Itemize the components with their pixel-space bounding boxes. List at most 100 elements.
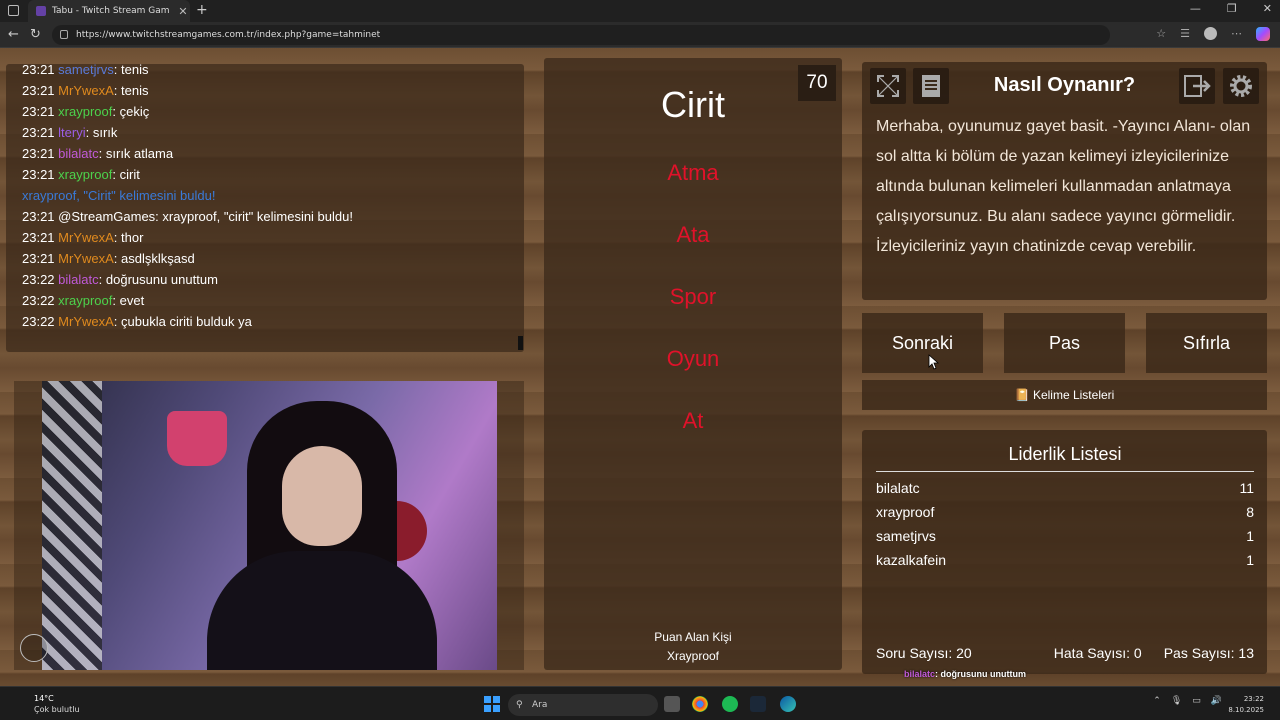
spotify-icon[interactable] (722, 696, 738, 712)
chat-username[interactable]: MrYwexA (58, 251, 114, 266)
chat-separator: : (98, 272, 106, 287)
player-name: sametjrvs (876, 528, 936, 544)
favorites-icon[interactable]: ☆ (1156, 27, 1166, 41)
scorer-name: Xrayproof (666, 649, 720, 663)
url-text: https://www.twitchstreamgames.com.tr/ind… (76, 30, 381, 40)
exit-icon[interactable] (1179, 68, 1215, 104)
search-placeholder: Ara (532, 700, 548, 710)
chat-time: 23:21 (22, 62, 55, 77)
new-tab-icon[interactable]: + (196, 2, 208, 18)
leaderboard-row: kazalkafein 1 (876, 552, 1254, 568)
chat-username[interactable]: @StreamGames (58, 209, 155, 224)
tray-chevron-icon[interactable]: ⌃ (1153, 696, 1161, 706)
twitch-favicon-icon (36, 6, 46, 16)
leaderboard-title: Liderlik Listesi (876, 444, 1254, 472)
chat-username[interactable]: xrayproof (58, 104, 112, 119)
system-clock[interactable]: 23:22 8.10.2025 (1228, 694, 1264, 716)
close-window-icon[interactable]: ✕ (1263, 2, 1272, 15)
back-icon[interactable]: ← (8, 27, 19, 42)
pass-button[interactable]: Pas (1004, 313, 1125, 373)
volume-icon[interactable]: 🔊 (1211, 696, 1222, 706)
copilot-icon[interactable] (1256, 27, 1270, 41)
player-name: bilalatc (876, 480, 920, 496)
tab-actions-icon[interactable] (8, 5, 19, 16)
chat-time: 23:21 (22, 146, 55, 161)
scorer-label: Puan Alan Kişi (654, 630, 732, 644)
chat-text: tenis (121, 62, 149, 77)
chat-username[interactable]: bilalatc (58, 272, 98, 287)
chat-time: 23:21 (22, 104, 55, 119)
address-bar: ← ↻ https://www.twitchstreamgames.com.tr… (0, 22, 1280, 48)
chat-username[interactable]: lteryi (58, 125, 85, 140)
chat-username[interactable]: MrYwexA (58, 230, 114, 245)
steam-icon[interactable] (750, 696, 766, 712)
more-icon[interactable]: ⋯ (1231, 27, 1242, 41)
settings-gear-icon[interactable] (1223, 68, 1259, 104)
next-button[interactable]: Sonraki (862, 313, 983, 373)
reset-button[interactable]: Sıfırla (1146, 313, 1267, 373)
chat-time: 23:21 (22, 251, 55, 266)
book-icon: 📔 (1014, 388, 1030, 402)
lock-icon (60, 30, 68, 39)
leaderboard-row: bilalatc 11 (876, 480, 1254, 496)
refresh-icon[interactable]: ↻ (30, 27, 41, 42)
close-tab-icon[interactable]: ✕ (176, 5, 190, 18)
restore-icon[interactable]: ❐ (1227, 2, 1237, 15)
taboo-word: Spor (669, 284, 717, 309)
chat-time: 23:21 (22, 125, 55, 140)
taskbar-search[interactable]: ⚲ Ara (508, 694, 658, 716)
chat-message: 23:22 xrayproof: evet (22, 293, 144, 308)
player-score: 8 (1246, 504, 1254, 520)
chat-separator: : (112, 167, 120, 182)
chat-message: 23:22 MrYwexA: çubukla ciriti bulduk ya (22, 314, 252, 329)
main-word: Cirit (661, 84, 725, 125)
chat-text: cirit (119, 167, 140, 182)
profile-icon[interactable] (1204, 27, 1217, 40)
chat-time: 23:21 (22, 167, 55, 182)
chrome-icon[interactable] (692, 696, 708, 712)
player-name: kazalkafein (876, 552, 947, 568)
chat-separator: : (113, 230, 122, 245)
chat-time: 23:22 (22, 293, 55, 308)
task-view-icon[interactable] (664, 696, 680, 712)
windows-start-icon[interactable] (484, 696, 500, 712)
chat-username[interactable]: MrYwexA (58, 314, 114, 329)
chat-message: 23:21 xrayproof: cirit (22, 167, 140, 182)
chat-username[interactable]: sametjrvs (58, 62, 114, 77)
game-stats: Soru Sayısı: 20 Hata Sayısı: 0 Pas Sayıs… (876, 645, 1254, 661)
chat-time: 23:21 (22, 83, 55, 98)
chat-message: 23:21 MrYwexA: tenis (22, 83, 149, 98)
taboo-word: Oyun (666, 346, 720, 371)
leaderboard-row: xrayproof 8 (876, 504, 1254, 520)
chat-username[interactable]: bilalatc (58, 146, 98, 161)
chat-text: thor (121, 230, 144, 245)
network-icon[interactable]: ▭ (1192, 696, 1201, 706)
tab-bar: Tabu - Twitch Stream Games ✕ + — ❐ ✕ (0, 0, 1280, 22)
player-score: 1 (1246, 528, 1254, 544)
chat-separator: : (113, 62, 122, 77)
collections-icon[interactable]: ☰ (1180, 27, 1190, 41)
game-page: 23:21 sametjrvs: tenis 23:21 MrYwexA: ten… (0, 48, 1280, 686)
overlay-chat-message: bilalatc: doğrusunu unuttum (904, 669, 1026, 679)
chat-time: 23:21 (22, 209, 55, 224)
browser-tab[interactable]: Tabu - Twitch Stream Games ✕ (28, 0, 190, 22)
taboo-word: At (682, 408, 704, 433)
chat-username[interactable]: xrayproof (58, 293, 112, 308)
chat-scrollbar[interactable] (518, 336, 523, 350)
chat-text: evet (119, 293, 145, 308)
chat-username[interactable]: MrYwexA (58, 83, 114, 98)
word-lists-label: Kelime Listeleri (1032, 388, 1115, 402)
chat-time: 23:21 (22, 230, 55, 245)
chat-username[interactable]: xrayproof, "Cirit" kelimesini buldu! (22, 188, 215, 203)
chat-separator: : (112, 104, 120, 119)
edge-icon[interactable] (780, 696, 796, 712)
weather-widget[interactable]: 14°C Çok bulutlu (12, 693, 80, 715)
taboo-word: Ata (676, 222, 710, 247)
word-lists-button[interactable]: 📔 Kelime Listeleri (862, 380, 1267, 410)
url-field[interactable]: https://www.twitchstreamgames.com.tr/ind… (52, 25, 1110, 45)
microphone-icon[interactable]: 🎙 (1171, 696, 1182, 706)
minimize-icon[interactable]: — (1190, 2, 1201, 15)
chat-text: sırık atlama (105, 146, 174, 161)
chat-separator: : (112, 293, 120, 308)
chat-username[interactable]: xrayproof (58, 167, 112, 182)
